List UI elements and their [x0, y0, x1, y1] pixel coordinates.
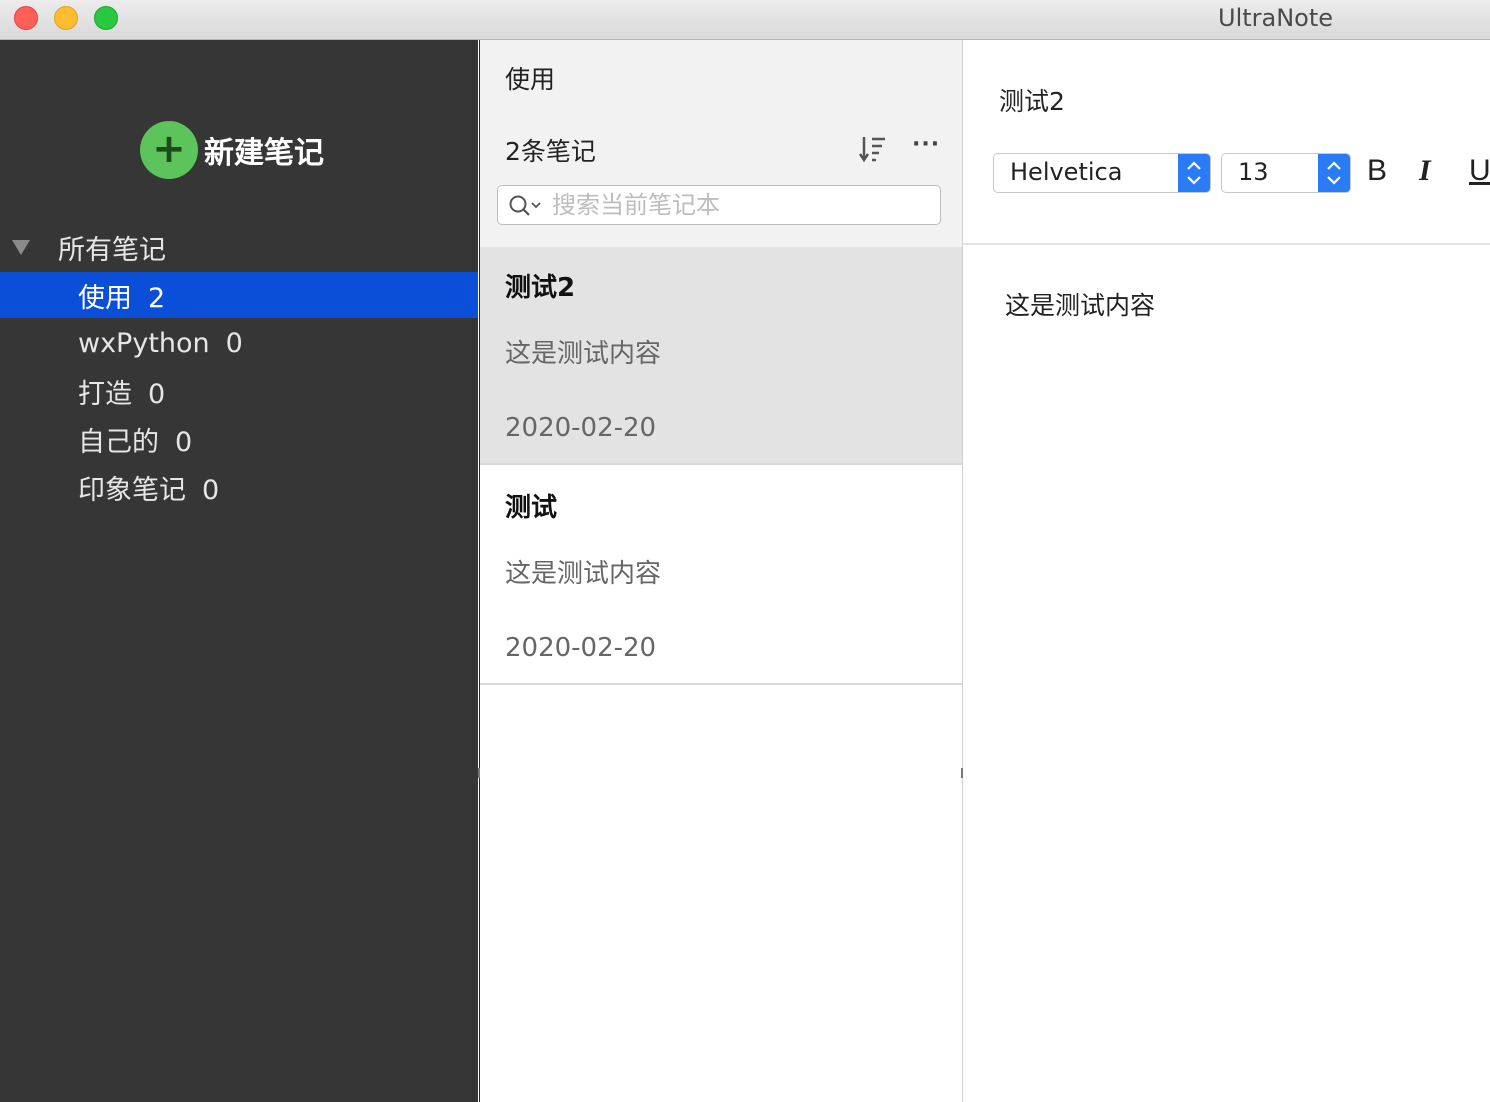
- new-note-label: 新建笔记: [204, 136, 324, 171]
- editor-content[interactable]: 这是测试内容: [1005, 286, 1155, 322]
- notebook-count: 0: [202, 475, 220, 506]
- notebook-name: 使用: [78, 283, 132, 314]
- current-notebook-title: 使用: [505, 65, 556, 94]
- note-list-item[interactable]: 测试 这是测试内容 2020-02-20: [480, 467, 962, 685]
- title-bar: UltraNote: [0, 0, 1490, 40]
- italic-button[interactable]: I: [1419, 154, 1431, 188]
- search-field[interactable]: [497, 185, 941, 225]
- sidebar-splitter-handle[interactable]: [478, 768, 480, 778]
- minimize-window-button[interactable]: [54, 6, 78, 30]
- zoom-window-button[interactable]: [94, 6, 118, 30]
- font-family-value: Helvetica: [1010, 158, 1123, 186]
- disclosure-triangle-icon[interactable]: [12, 240, 30, 255]
- note-list-item[interactable]: 测试2 这是测试内容 2020-02-20: [480, 247, 962, 465]
- underline-button[interactable]: U: [1469, 154, 1490, 188]
- notebook-name: 自己的: [78, 427, 159, 458]
- note-list-panel: 使用 2条笔记 ··· 测试2 这是测试内容: [479, 40, 964, 1102]
- note-editor: 测试2 Helvetica 13 B I U 这是测试内容: [963, 40, 1490, 1102]
- notebook-name: 打造: [78, 379, 132, 410]
- notebook-count: 0: [148, 379, 166, 410]
- sidebar-item-notebook[interactable]: wxPython 0: [0, 324, 478, 370]
- bold-button[interactable]: B: [1367, 154, 1387, 188]
- notebook-count: 0: [175, 427, 193, 458]
- search-input[interactable]: [552, 190, 932, 220]
- all-notes-tree-item[interactable]: 所有笔记: [0, 226, 478, 266]
- note-date: 2020-02-20: [505, 413, 657, 443]
- sidebar-item-notebook[interactable]: 使用 2: [0, 272, 478, 318]
- notebook-count: 2: [148, 283, 166, 314]
- sidebar-item-notebook[interactable]: 打造 0: [0, 368, 478, 414]
- plus-icon: +: [140, 121, 198, 179]
- sidebar-item-notebook[interactable]: 印象笔记 0: [0, 464, 478, 510]
- note-title: 测试: [505, 493, 558, 523]
- sidebar-item-notebook[interactable]: 自己的 0: [0, 416, 478, 462]
- new-note-button[interactable]: + 新建笔记: [140, 121, 324, 179]
- app-window: UltraNote + 新建笔记 所有笔记 使用 2 wxPython 0 打造 0: [0, 0, 1490, 1102]
- sort-icon[interactable]: [858, 134, 888, 164]
- list-splitter-handle[interactable]: [961, 768, 963, 778]
- font-size-value: 13: [1238, 158, 1269, 186]
- notebook-count: 0: [225, 328, 243, 359]
- search-icon[interactable]: [508, 194, 544, 218]
- note-title: 测试2: [505, 273, 576, 303]
- font-size-select[interactable]: 13: [1221, 153, 1351, 193]
- all-notes-label: 所有笔记: [58, 235, 166, 266]
- notebook-name: wxPython: [78, 328, 210, 359]
- chevron-updown-icon[interactable]: [1318, 154, 1350, 192]
- font-family-select[interactable]: Helvetica: [993, 153, 1211, 193]
- note-date: 2020-02-20: [505, 633, 657, 663]
- close-window-button[interactable]: [14, 6, 38, 30]
- chevron-updown-icon[interactable]: [1178, 154, 1210, 192]
- sidebar: + 新建笔记 所有笔记 使用 2 wxPython 0 打造 0 自己的 0 印…: [0, 40, 478, 1102]
- note-count: 2条笔记: [505, 137, 596, 166]
- note-snippet: 这是测试内容: [505, 339, 662, 369]
- note-snippet: 这是测试内容: [505, 559, 662, 589]
- window-title: UltraNote: [1218, 4, 1334, 32]
- more-options-icon[interactable]: ···: [912, 132, 940, 157]
- editor-note-title[interactable]: 测试2: [999, 82, 1065, 118]
- editor-toolbar: 测试2 Helvetica 13 B I U: [963, 40, 1490, 245]
- note-list-header: 使用 2条笔记 ···: [480, 40, 962, 247]
- notebook-name: 印象笔记: [78, 475, 186, 506]
